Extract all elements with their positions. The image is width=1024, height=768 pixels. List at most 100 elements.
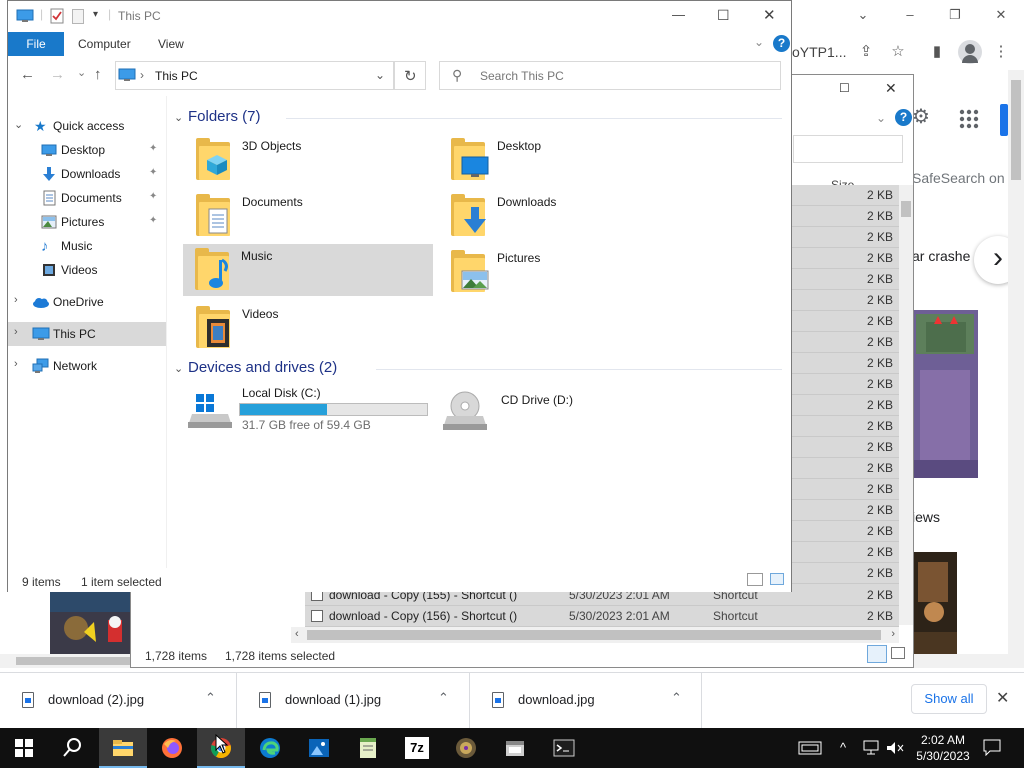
news-thumbnail[interactable]: [912, 552, 957, 654]
refresh-button[interactable]: ↻: [394, 61, 426, 90]
app-globe-taskbar-button[interactable]: [442, 728, 490, 768]
forward-button[interactable]: →: [50, 66, 65, 83]
tab-view[interactable]: View: [158, 37, 184, 51]
large-icons-view-button[interactable]: [891, 647, 905, 659]
chrome-address-fragment[interactable]: oYTP1...: [792, 44, 846, 60]
network-status-icon[interactable]: [862, 740, 880, 756]
chrome-vertical-scrollbar[interactable]: [1008, 70, 1024, 668]
download-item[interactable]: download.jpg ⌃: [470, 673, 702, 729]
tiles-view-button[interactable]: [770, 573, 784, 585]
minimize-button[interactable]: —: [672, 7, 685, 22]
terminal-taskbar-button[interactable]: [540, 728, 588, 768]
settings-gear-icon[interactable]: ⚙: [912, 107, 932, 127]
sidebar-item-this-pc[interactable]: › This PC: [8, 322, 166, 346]
pin-icon[interactable]: ✦: [149, 191, 157, 202]
win2-vertical-scrollbar[interactable]: [899, 185, 913, 625]
chrome-restore-button[interactable]: ❐: [944, 5, 966, 25]
title-bar[interactable]: | ▾ | This PC — ☐ ✕: [8, 1, 791, 32]
photos-taskbar-button[interactable]: [295, 728, 343, 768]
folder-videos[interactable]: Videos: [184, 302, 434, 354]
sidebar-item-downloads[interactable]: Downloads ✦: [8, 162, 166, 186]
win2-help-icon[interactable]: ?: [895, 109, 912, 126]
folder-downloads[interactable]: Downloads: [439, 190, 689, 242]
tray-overflow-icon[interactable]: ^: [840, 740, 846, 755]
win2-close-button[interactable]: ✕: [885, 80, 897, 97]
close-downloads-shelf-button[interactable]: ✕: [996, 688, 1009, 708]
close-button[interactable]: ✕: [763, 6, 776, 24]
expand-ribbon-icon[interactable]: ⌄: [754, 35, 764, 49]
folder-music[interactable]: Music: [183, 244, 433, 296]
sidebar-item-videos[interactable]: Videos: [8, 258, 166, 282]
profile-avatar[interactable]: [958, 40, 982, 64]
chrome-dropdown-icon[interactable]: ⌄: [852, 5, 874, 25]
share-icon[interactable]: ⇪: [856, 42, 876, 62]
result-title-partial[interactable]: ar crashe: [912, 248, 970, 264]
sidebar-item-pictures[interactable]: Pictures ✦: [8, 210, 166, 234]
search-button[interactable]: [48, 728, 96, 768]
notepad-taskbar-button[interactable]: [344, 728, 392, 768]
sidebar-item-network[interactable]: › Network: [8, 354, 166, 378]
sidebar-item-onedrive[interactable]: › OneDrive: [8, 290, 166, 314]
chevron-up-icon[interactable]: ⌃: [671, 690, 682, 706]
details-view-button[interactable]: [867, 645, 887, 663]
up-button[interactable]: ↑: [94, 66, 102, 83]
folder-3d-objects[interactable]: 3D Objects: [184, 134, 434, 186]
side-panel-icon[interactable]: ▮: [927, 42, 947, 62]
sign-in-button-edge[interactable]: [1000, 104, 1008, 136]
tab-file[interactable]: File: [8, 32, 64, 56]
collapse-chevron-icon[interactable]: ⌄: [174, 362, 188, 375]
win2-horizontal-scrollbar[interactable]: ‹ ›: [291, 627, 899, 643]
expand-chevron-icon[interactable]: ›: [14, 358, 18, 370]
firefox-taskbar-button[interactable]: [148, 728, 196, 768]
download-item[interactable]: download (2).jpg ⌃: [0, 673, 237, 729]
sidebar-item-music[interactable]: ♪ Music: [8, 234, 166, 258]
sidebar-item-quick-access[interactable]: ⌄ ★ Quick access: [8, 114, 166, 138]
chrome-close-button[interactable]: ✕: [990, 5, 1012, 25]
details-view-button[interactable]: [747, 573, 763, 586]
folder-desktop[interactable]: Desktop: [439, 134, 689, 186]
properties-icon[interactable]: [50, 8, 64, 24]
address-bar[interactable]: › This PC ⌄: [115, 61, 394, 90]
back-button[interactable]: ←: [20, 66, 35, 83]
table-row[interactable]: download - Copy (156) - Shortcut () 5/30…: [305, 606, 899, 627]
search-input[interactable]: ⚲ Search This PC: [439, 61, 781, 90]
drive-cd-d[interactable]: CD Drive (D:): [439, 382, 639, 438]
download-item[interactable]: download (1).jpg ⌃: [237, 673, 470, 729]
quick-access-toolbar-dropdown-icon[interactable]: ▾: [93, 9, 98, 20]
pin-icon[interactable]: ✦: [149, 167, 157, 178]
sidebar-item-desktop[interactable]: Desktop ✦: [8, 138, 166, 162]
expand-chevron-icon[interactable]: ›: [14, 326, 18, 338]
address-dropdown-icon[interactable]: ⌄: [375, 68, 385, 82]
win2-chevron-icon[interactable]: ⌄: [876, 111, 886, 125]
show-all-downloads-button[interactable]: Show all: [911, 684, 987, 714]
result-thumbnail-2[interactable]: [50, 592, 130, 654]
volume-muted-icon[interactable]: [885, 740, 905, 756]
apps-grid-icon[interactable]: [958, 108, 980, 130]
new-folder-icon[interactable]: [72, 9, 84, 24]
maximize-button[interactable]: ☐: [717, 7, 730, 24]
chrome-menu-icon[interactable]: ⋮: [991, 42, 1011, 62]
file-explorer-window[interactable]: | ▾ | This PC — ☐ ✕ File Computer View ⌄…: [7, 0, 792, 592]
clock[interactable]: 2:02 AM 5/30/2023: [910, 732, 976, 764]
chevron-up-icon[interactable]: ⌃: [205, 690, 216, 706]
folder-pictures[interactable]: Pictures: [439, 246, 689, 298]
win2-maximize-button[interactable]: ☐: [839, 81, 850, 95]
result-thumbnail-1[interactable]: [912, 310, 978, 478]
edge-taskbar-button[interactable]: [246, 728, 294, 768]
chrome-minimize-button[interactable]: –: [899, 5, 921, 25]
folder-documents[interactable]: Documents: [184, 190, 434, 242]
pin-icon[interactable]: ✦: [149, 215, 157, 226]
expand-chevron-icon[interactable]: ›: [14, 294, 18, 306]
help-icon[interactable]: ?: [773, 35, 790, 52]
keyboard-layout-icon[interactable]: [798, 739, 822, 757]
tab-computer[interactable]: Computer: [78, 37, 131, 51]
breadcrumb-separator-icon[interactable]: ›: [140, 68, 144, 82]
recent-locations-button[interactable]: ⌄: [77, 66, 86, 79]
chevron-up-icon[interactable]: ⌃: [438, 690, 449, 706]
sidebar-item-documents[interactable]: Documents ✦: [8, 186, 166, 210]
collapse-chevron-icon[interactable]: ⌄: [174, 111, 188, 124]
pin-icon[interactable]: ✦: [149, 143, 157, 154]
safesearch-label[interactable]: SafeSearch on: [912, 170, 1005, 186]
win2-search-box[interactable]: [793, 135, 903, 163]
app-window-taskbar-button[interactable]: [491, 728, 539, 768]
